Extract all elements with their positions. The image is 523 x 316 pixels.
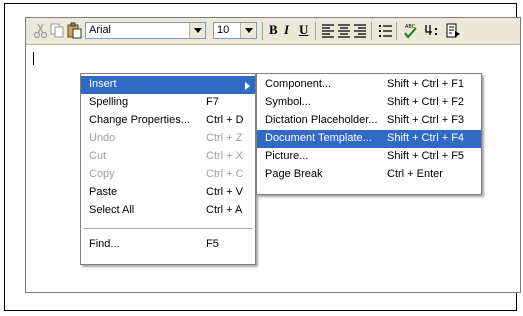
font-size-dropdown[interactable]: 10 xyxy=(213,22,257,39)
font-name-value: Arial xyxy=(89,24,112,36)
submenu-item-component[interactable]: Component... Shift + Ctrl + F1 xyxy=(257,76,481,94)
submenu-item-document-template[interactable]: Document Template... Shift + Ctrl + F4 xyxy=(257,130,481,148)
toolbar-separator xyxy=(371,22,372,40)
underline-button[interactable]: U xyxy=(299,22,308,39)
menu-item-undo: Undo Ctrl + Z xyxy=(89,132,243,144)
font-name-dropdown[interactable]: Arial xyxy=(85,22,206,39)
menu-item-paste[interactable]: Paste Ctrl + V xyxy=(81,184,255,202)
submenu-arrow-icon xyxy=(245,81,250,93)
paste-icon[interactable] xyxy=(66,22,83,39)
align-left-icon[interactable] xyxy=(320,22,337,39)
menu-item-cut: Cut Ctrl + X xyxy=(89,150,243,162)
field-insert-icon[interactable] xyxy=(423,22,440,39)
bullet-list-icon[interactable] xyxy=(377,22,394,39)
menu-item-find[interactable]: Find... F5 xyxy=(81,236,255,254)
menu-item-spelling[interactable]: Spelling F7 xyxy=(81,94,255,112)
menu-item-select-all[interactable]: Select All Ctrl + A xyxy=(81,202,255,220)
menu-item-copy: Copy Ctrl + C xyxy=(89,168,244,180)
menu-separator xyxy=(83,228,253,229)
menu-item-change-properties[interactable]: Change Properties... Ctrl + D xyxy=(81,112,255,130)
insert-submenu: Component... Shift + Ctrl + F1 Symbol...… xyxy=(256,73,482,195)
toolbar-separator xyxy=(315,22,316,40)
formatting-toolbar: Arial 10 B I U ABC xyxy=(26,18,520,45)
copy-icon[interactable] xyxy=(49,22,66,39)
toolbar-separator xyxy=(262,22,263,40)
toolbar-separator xyxy=(396,22,397,40)
document-template-icon[interactable] xyxy=(444,22,461,39)
submenu-item-page-break[interactable]: Page Break Ctrl + Enter xyxy=(257,166,481,184)
font-size-value: 10 xyxy=(217,24,230,36)
context-menu: Insert Spelling F7 Change Properties... … xyxy=(80,73,256,265)
align-right-icon[interactable] xyxy=(352,22,369,39)
spell-check-icon[interactable]: ABC xyxy=(402,22,419,39)
bold-button[interactable]: B xyxy=(269,22,278,39)
cut-icon[interactable] xyxy=(32,22,49,39)
submenu-item-symbol[interactable]: Symbol... Shift + Ctrl + F2 xyxy=(257,94,481,112)
chevron-down-icon[interactable] xyxy=(189,23,205,38)
align-center-icon[interactable] xyxy=(336,22,353,39)
submenu-item-dictation-placeholder[interactable]: Dictation Placeholder... Shift + Ctrl + … xyxy=(257,112,481,130)
italic-button[interactable]: I xyxy=(284,22,289,39)
chevron-down-icon[interactable] xyxy=(240,23,256,38)
submenu-item-picture[interactable]: Picture... Shift + Ctrl + F5 xyxy=(257,148,481,166)
menu-item-insert[interactable]: Insert xyxy=(81,76,255,94)
text-cursor xyxy=(33,52,34,65)
